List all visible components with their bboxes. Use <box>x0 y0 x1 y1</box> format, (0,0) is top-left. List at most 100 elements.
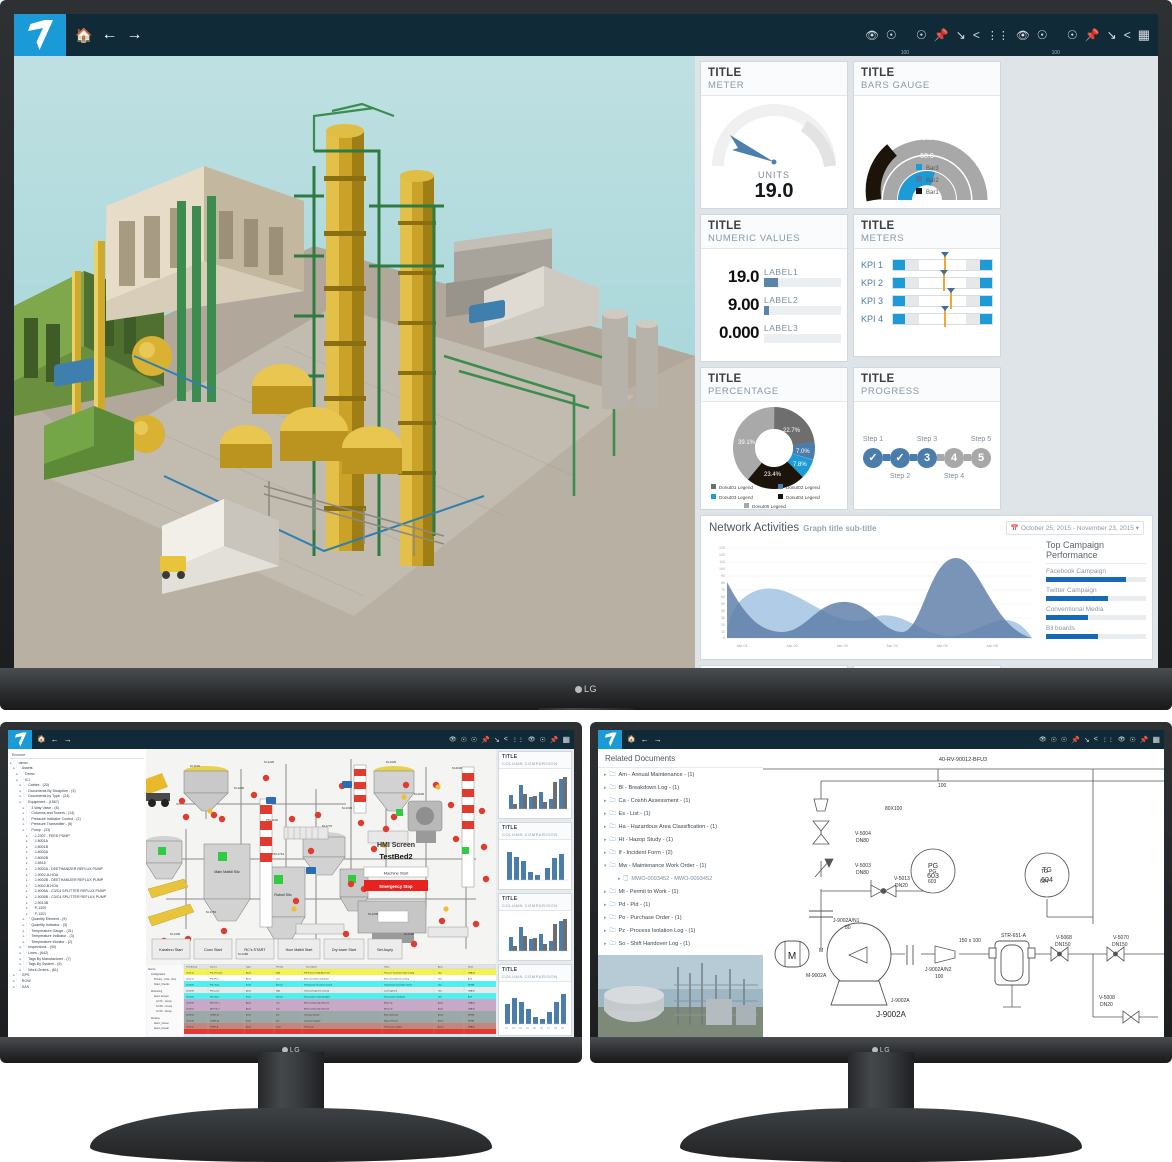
browse-tree-panel[interactable]: Browse ▸ 🗀 demo ▸ 🗀 Assets ▸ 🗀 Demo ▸ 🗀 ICI ▸ 🗀 Cables… <box>8 749 146 1037</box>
chevron-right-icon[interactable]: ▸ <box>26 856 28 860</box>
grid-dots-icon[interactable]: ⋮⋮ <box>1102 736 1114 743</box>
eye-icon[interactable]: 👁 <box>1039 736 1047 743</box>
card-kpi-meters[interactable]: TITLE METERS KPI 1 KPI 2 KPI 3 KPI 4 <box>853 214 1001 357</box>
chevron-right-icon[interactable]: ▸ <box>23 917 25 921</box>
trend-arrow-icon-2[interactable]: ↘ <box>1107 28 1117 42</box>
chevron-right-icon[interactable]: ▸ <box>604 785 607 791</box>
chevron-right-icon[interactable]: ▸ <box>23 934 25 938</box>
document-item[interactable]: ▸ 🗋 MWO-0093452 - MWO-0093452 <box>598 872 763 885</box>
trend-arrow-icon[interactable]: ↘ <box>956 28 966 42</box>
chevron-right-icon[interactable]: ▸ <box>604 902 607 908</box>
card-progress-steps[interactable]: TITLE PROGRESS Step 1 ✓ Step 2 ✓ Step 3 … <box>853 367 1001 510</box>
share-icon[interactable]: < <box>504 736 508 743</box>
chevron-right-icon[interactable]: ▸ <box>20 800 22 804</box>
step-item[interactable]: Step 1 ✓ <box>863 436 883 468</box>
chevron-right-icon[interactable]: ▸ <box>10 761 12 765</box>
chevron-right-icon[interactable]: ▸ <box>26 906 28 910</box>
plant-photo-thumbnail[interactable] <box>598 955 763 1037</box>
eye-icon-2[interactable]: 👁 <box>528 736 536 743</box>
chevron-right-icon[interactable]: ▸ <box>13 973 15 977</box>
home-icon[interactable]: 🏠 <box>37 736 46 743</box>
pin-icon[interactable]: 📌 <box>934 28 949 42</box>
pin-icon[interactable]: 📌 <box>1071 736 1080 744</box>
bell-alt-icon[interactable]: ☉ <box>471 736 477 744</box>
chevron-right-icon[interactable]: ▸ <box>26 834 28 838</box>
chevron-right-icon[interactable]: ▸ <box>604 850 607 856</box>
chevron-right-icon[interactable]: ▸ <box>16 772 18 776</box>
chevron-right-icon[interactable]: ▸ <box>604 941 607 947</box>
forward-arrow-icon[interactable]: → <box>126 27 142 43</box>
hmi-mimic-panel[interactable]: Main Matkit Silo Rubull Silo HMI Screen … <box>146 749 496 964</box>
app-logo-right[interactable] <box>598 730 622 749</box>
chevron-right-icon[interactable]: ▸ <box>13 985 15 989</box>
chevron-right-icon[interactable]: ▸ <box>604 772 607 778</box>
viewport-3d[interactable] <box>14 56 695 668</box>
back-arrow-icon[interactable]: ← <box>51 735 59 744</box>
pin-icon-2[interactable]: 📌 <box>1085 28 1100 42</box>
chevron-right-icon[interactable]: ▸ <box>604 915 607 921</box>
trend-arrow-icon[interactable]: ↘ <box>494 736 500 744</box>
chevron-right-icon[interactable]: ▸ <box>26 850 28 854</box>
card-meter-1[interactable]: TITLE METER UNITS 19.0 <box>700 61 848 209</box>
chevron-right-icon[interactable]: ▸ <box>13 979 15 983</box>
mini-card[interactable]: TITLE COLUMN COMPARISON <box>498 893 572 961</box>
chevron-right-icon[interactable]: ▸ <box>26 895 28 899</box>
home-icon[interactable]: 🏠 <box>75 28 92 42</box>
chevron-right-icon[interactable]: ▸ <box>23 811 25 815</box>
pin-icon-2[interactable]: 📌 <box>550 736 559 744</box>
chevron-right-icon[interactable]: ▸ <box>23 817 25 821</box>
chevron-right-icon[interactable]: ▸ <box>26 889 28 893</box>
chevron-right-icon[interactable]: ▸ <box>23 806 25 810</box>
chevron-right-icon[interactable]: ▸ <box>23 923 25 927</box>
back-arrow-icon[interactable]: ← <box>101 27 117 43</box>
bell-icon[interactable]: ☉ <box>886 28 897 42</box>
pin-icon-2[interactable]: 📌 <box>1140 736 1149 744</box>
chevron-right-icon[interactable]: ▸ <box>604 889 607 895</box>
document-folder[interactable]: ▸ 🗀 Po - Purchase Order - (1) <box>598 911 763 924</box>
chevron-right-icon[interactable]: ▸ <box>20 783 22 787</box>
step-item[interactable]: Step 5 5 <box>971 436 991 468</box>
chevron-right-icon[interactable]: ▸ <box>26 845 28 849</box>
chevron-right-icon[interactable]: ▸ <box>23 929 25 933</box>
chevron-right-icon[interactable]: ▸ <box>16 778 18 782</box>
chevron-right-icon[interactable]: ▸ <box>618 876 621 882</box>
bell-icon-2[interactable]: ☉ <box>539 736 545 744</box>
app-logo[interactable] <box>14 14 66 56</box>
document-folder[interactable]: ▸ 🗀 Ca - Coshh Assessment - (1) <box>598 794 763 807</box>
chevron-right-icon[interactable]: ▸ <box>23 822 25 826</box>
mini-card[interactable]: TITLE COLUMN COMPARISON <box>498 964 572 1036</box>
app-logo-left[interactable] <box>8 730 32 749</box>
chevron-right-icon[interactable]: ▸ <box>23 828 25 832</box>
document-folder[interactable]: ▸ 🗀 Mt - Permit to Work - (1) <box>598 885 763 898</box>
chevron-right-icon[interactable]: ▸ <box>26 878 28 882</box>
pin-icon[interactable]: 📌 <box>481 736 490 744</box>
trend-arrow-icon[interactable]: ↘ <box>1084 736 1090 744</box>
alarm-table-panel[interactable]: Alarms Configuration Primary - (CAL, Sim)… <box>146 964 496 1037</box>
chevron-right-icon[interactable]: ▸ <box>20 962 22 966</box>
eye-icon[interactable]: 👁 <box>865 29 879 42</box>
chevron-right-icon[interactable]: ▸ <box>604 928 607 934</box>
chevron-right-icon[interactable]: ▸ <box>604 837 607 843</box>
share-icon[interactable]: < <box>973 28 980 42</box>
grid-dots-icon[interactable]: ⋮⋮ <box>512 736 524 743</box>
browse-tree-list[interactable]: ▸ 🗀 demo ▸ 🗀 Assets ▸ 🗀 Demo ▸ 🗀 ICI ▸ 🗀 Cables - (20)… <box>10 760 144 989</box>
chevron-right-icon[interactable]: ▸ <box>20 789 22 793</box>
chevron-right-icon[interactable]: ▸ <box>26 839 28 843</box>
bell-alt-icon[interactable]: ☉ <box>916 28 927 42</box>
kpi-track[interactable] <box>892 270 993 291</box>
kpi-track[interactable] <box>892 306 993 327</box>
bell-icon[interactable]: ☉ <box>1051 736 1057 744</box>
bell-icon-2[interactable]: ☉ <box>1037 28 1048 42</box>
document-folder[interactable]: ▸ 🗀 If - Incident Form - (2) <box>598 846 763 859</box>
step-item[interactable]: Step 2 ✓ <box>890 447 910 480</box>
chevron-right-icon[interactable]: ▸ <box>13 766 15 770</box>
chevron-down-icon[interactable]: ▾ <box>604 863 607 869</box>
chevron-right-icon[interactable]: ▸ <box>604 798 607 804</box>
apps-grid-icon[interactable]: ▦ <box>1152 735 1160 744</box>
document-folder[interactable]: ▸ 🗀 Am - Annual Maintenance - (1) <box>598 768 763 781</box>
forward-arrow-icon[interactable]: → <box>654 735 662 744</box>
chevron-right-icon[interactable]: ▸ <box>20 794 22 798</box>
document-folder[interactable]: ▸ 🗀 Es - List - (1) <box>598 807 763 820</box>
chevron-right-icon[interactable]: ▸ <box>26 901 28 905</box>
apps-grid-icon[interactable]: ▦ <box>1138 28 1150 41</box>
